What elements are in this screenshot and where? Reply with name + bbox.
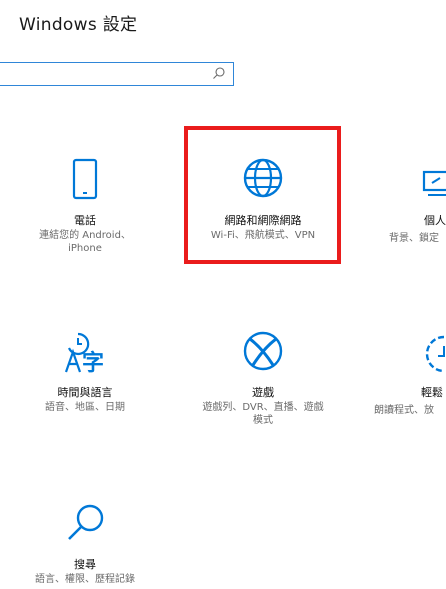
svg-text:字: 字 bbox=[82, 350, 104, 374]
tile-gaming-desc-1: 遊戲列、DVR、直播、遊戲 bbox=[202, 402, 324, 413]
search-input[interactable] bbox=[0, 62, 234, 86]
tile-time-language[interactable]: 字 時間與語言 語音、地區、日期 bbox=[18, 322, 152, 432]
tile-gaming-label: 遊戲 bbox=[252, 386, 274, 399]
tile-time-language-desc-1: 語音、地區、日期 bbox=[45, 402, 125, 413]
search-field[interactable] bbox=[3, 65, 207, 85]
search-icon[interactable] bbox=[211, 66, 227, 82]
tile-phone-desc-2: iPhone bbox=[68, 243, 102, 254]
tile-gaming-desc-2: 模式 bbox=[253, 415, 273, 426]
highlight-box bbox=[184, 126, 341, 264]
tile-phone-desc-1: 連結您的 Android、 bbox=[39, 230, 131, 241]
window-title: Windows 設定 bbox=[19, 15, 138, 35]
xbox-icon bbox=[243, 331, 283, 371]
tile-personalization-desc: 背景、鎖定 bbox=[389, 233, 439, 244]
tile-ease-of-access-label[interactable]: 輕鬆 bbox=[421, 384, 443, 400]
paint-icon bbox=[422, 170, 446, 196]
tile-search-desc-1: 語言、權限、歷程記錄 bbox=[35, 574, 135, 585]
time-language-icon: 字 bbox=[64, 332, 104, 374]
tile-personalization-label[interactable]: 個人 bbox=[424, 212, 446, 228]
tile-ease-of-access-desc: 朗讀程式、放 bbox=[374, 405, 434, 416]
tile-search-label: 搜尋 bbox=[74, 558, 96, 571]
phone-icon bbox=[72, 158, 98, 200]
tile-search[interactable]: 搜尋 語言、權限、歷程記錄 bbox=[18, 494, 152, 589]
tile-gaming[interactable]: 遊戲 遊戲列、DVR、直播、遊戲 模式 bbox=[188, 322, 338, 432]
magnifier-icon bbox=[68, 504, 104, 540]
ease-of-access-icon bbox=[425, 335, 445, 373]
tile-phone[interactable]: 電話 連結您的 Android、 iPhone bbox=[18, 150, 152, 260]
tile-time-language-label: 時間與語言 bbox=[57, 386, 113, 399]
settings-window: Windows 設定 電話 連結您的 Android、 iPhone 網路和網際… bbox=[0, 0, 446, 589]
tile-phone-label: 電話 bbox=[74, 214, 96, 227]
